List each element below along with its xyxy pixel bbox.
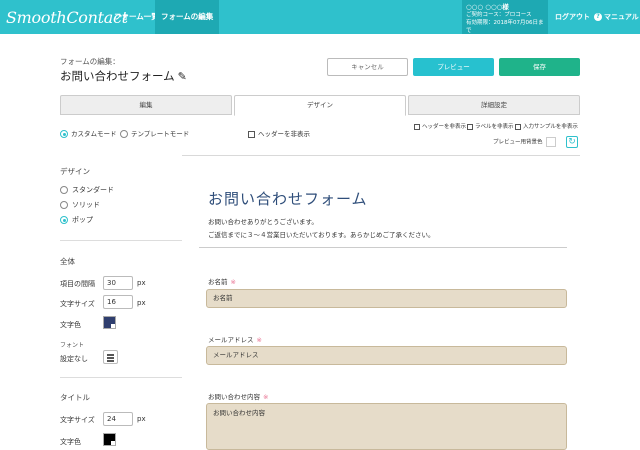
hide-header-label: ヘッダーを非表示 xyxy=(258,130,310,138)
solid-label: ソリッド xyxy=(72,201,100,209)
field-label-name: お名前 ※ xyxy=(208,276,236,286)
design-option-standard[interactable]: スタンダード xyxy=(60,185,114,195)
solid-radio[interactable] xyxy=(60,201,68,209)
sidebar-divider xyxy=(60,240,182,241)
spacing-input[interactable]: 30 xyxy=(103,276,133,290)
preview-form-title: お問い合わせフォーム xyxy=(208,190,368,208)
tab-advanced[interactable]: 詳細設定 xyxy=(408,95,580,115)
manual-label: マニュアル xyxy=(604,13,639,21)
custom-mode-radio[interactable] xyxy=(60,130,68,138)
tab-design[interactable]: デザイン xyxy=(234,95,406,116)
custom-mode-label: カスタムモード xyxy=(71,130,117,138)
cancel-button[interactable]: キャンセル xyxy=(327,58,408,76)
fontsize-label: 文字サイズ xyxy=(60,300,95,308)
font-value: 設定なし xyxy=(60,355,88,363)
preview-hide-header-label: ヘッダーを非表示 xyxy=(422,124,467,130)
user-plan: ご契約コース：プロコース xyxy=(466,12,532,18)
manual-link[interactable]: ? マニュアル xyxy=(594,0,639,34)
field-label-inquiry-text: お問い合わせ内容 xyxy=(208,393,260,401)
logout-link[interactable]: ログアウト xyxy=(555,0,590,34)
preview-hide-header-option[interactable]: ヘッダーを非表示 xyxy=(414,122,466,130)
template-mode-option[interactable]: テンプレートモード xyxy=(120,128,189,138)
pencil-icon[interactable]: ✎ xyxy=(178,70,187,83)
preview-desc-1: お問い合わせありがとうございます。 xyxy=(208,218,318,226)
design-heading: デザイン xyxy=(60,167,90,176)
title-fontsize-unit: px xyxy=(137,415,146,423)
hide-header-checkbox[interactable] xyxy=(248,130,255,138)
fontsize-input[interactable]: 16 xyxy=(103,295,133,309)
save-button[interactable]: 保存 xyxy=(499,58,580,76)
divider xyxy=(182,155,580,156)
title-fontsize-label: 文字サイズ xyxy=(60,416,95,424)
page-title-text: お問い合わせフォーム xyxy=(60,69,175,83)
hide-label-checkbox[interactable] xyxy=(467,123,473,130)
preview-bg-label: プレビュー用背景色 xyxy=(493,139,543,146)
page-title: お問い合わせフォーム ✎ xyxy=(60,68,187,84)
title-fontsize-input[interactable]: 24 xyxy=(103,412,133,426)
hide-label-label: ラベルを非表示 xyxy=(475,124,514,130)
pop-radio[interactable] xyxy=(60,216,68,224)
custom-mode-option[interactable]: カスタムモード xyxy=(60,128,117,138)
user-info: ○○○ ○○○様 ご契約コース：プロコース 有効期限：2018年07月06日まで xyxy=(462,0,548,34)
sidebar-divider xyxy=(60,377,182,378)
preview-bg-option: プレビュー用背景色 xyxy=(493,137,556,147)
tab-edit[interactable]: 編集 xyxy=(60,95,232,115)
hide-label-option[interactable]: ラベルを非表示 xyxy=(467,122,514,130)
general-heading: 全体 xyxy=(60,257,75,266)
design-option-solid[interactable]: ソリッド xyxy=(60,200,100,210)
font-list-icon[interactable] xyxy=(103,350,118,364)
spacing-unit: px xyxy=(137,279,146,287)
required-mark: ※ xyxy=(230,278,236,286)
preview-bg-swatch[interactable] xyxy=(545,137,556,147)
hide-sample-label: 入力サンプルを非表示 xyxy=(523,124,578,130)
color-label: 文字色 xyxy=(60,321,81,329)
pop-label: ポップ xyxy=(72,216,93,224)
standard-label: スタンダード xyxy=(72,186,114,194)
field-label-inquiry: お問い合わせ内容 ※ xyxy=(208,391,268,401)
hide-sample-checkbox[interactable] xyxy=(515,123,521,130)
preview-button[interactable]: プレビュー xyxy=(413,58,494,76)
spacing-label: 項目の間隔 xyxy=(60,280,95,288)
field-label-name-text: お名前 xyxy=(208,278,228,286)
refresh-icon[interactable]: ↻ xyxy=(566,136,578,148)
breadcrumb: フォームの編集： xyxy=(60,57,120,66)
design-option-pop[interactable]: ポップ xyxy=(60,215,93,225)
standard-radio[interactable] xyxy=(60,186,68,194)
swatch-corner xyxy=(111,441,115,445)
hide-header-option[interactable]: ヘッダーを非表示 xyxy=(248,128,310,138)
user-name: ○○○ ○○○様 xyxy=(466,3,509,11)
name-input[interactable]: お名前 xyxy=(206,289,567,308)
hide-sample-option[interactable]: 入力サンプルを非表示 xyxy=(515,122,578,130)
email-input[interactable]: メールアドレス xyxy=(206,346,567,365)
preview-divider xyxy=(199,247,567,248)
help-icon: ? xyxy=(594,13,602,21)
template-mode-radio[interactable] xyxy=(120,130,128,138)
font-label: フォント xyxy=(60,342,85,349)
template-mode-label: テンプレートモード xyxy=(131,130,190,138)
user-expiry: 有効期限：2018年07月06日まで xyxy=(466,20,544,34)
title-color-label: 文字色 xyxy=(60,438,81,446)
top-bar: SmoothContact フォーム一覧 フォームの編集 ○○○ ○○○様 ご契… xyxy=(0,0,640,34)
preview-desc-2: ご返信までに３～４営業日いただいております。あらかじめご了承ください。 xyxy=(208,231,435,239)
inquiry-textarea[interactable]: お問い合わせ内容 xyxy=(206,403,567,450)
preview-hide-header-checkbox[interactable] xyxy=(414,123,420,130)
required-mark: ※ xyxy=(263,393,269,401)
title-color-swatch[interactable] xyxy=(103,433,116,446)
title-heading: タイトル xyxy=(60,393,90,402)
swatch-corner xyxy=(111,324,115,328)
field-label-email-text: メールアドレス xyxy=(208,336,254,344)
general-color-swatch[interactable] xyxy=(103,316,116,329)
required-mark: ※ xyxy=(256,336,262,344)
nav-form-edit[interactable]: フォームの編集 xyxy=(155,0,220,34)
fontsize-unit: px xyxy=(137,299,146,307)
field-label-email: メールアドレス ※ xyxy=(208,334,262,344)
